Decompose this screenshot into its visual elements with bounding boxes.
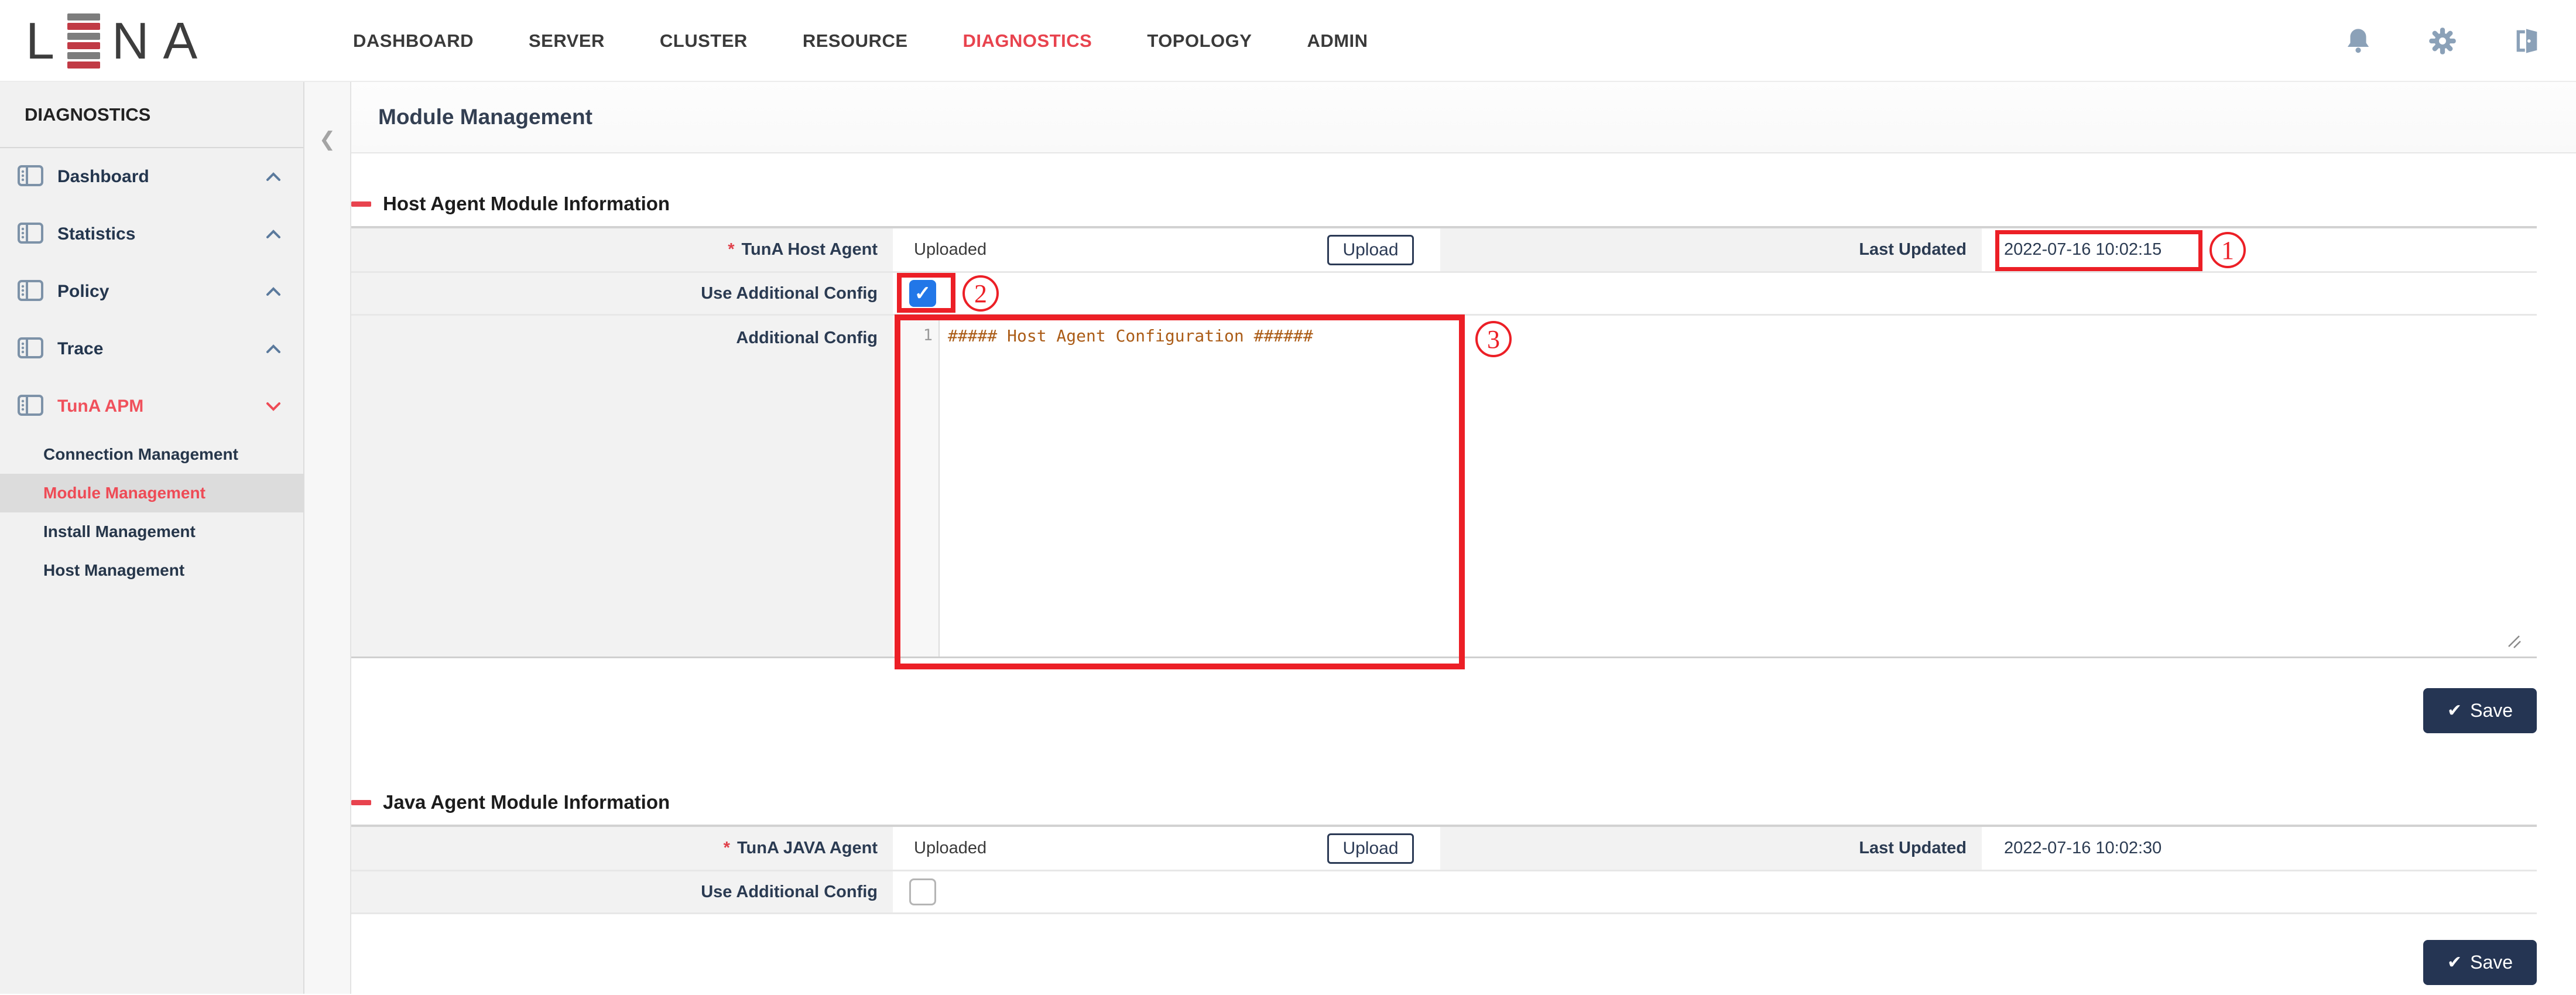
java-upload-button[interactable]: Upload [1327,833,1414,864]
panel-icon [18,337,43,362]
editor-code-line[interactable]: ##### Host Agent Configuration ###### [940,316,2537,657]
bell-icon[interactable] [2343,26,2373,56]
table-row: * TunA JAVA Agent Uploaded Upload Last U… [351,827,2537,871]
page-title: Module Management [378,105,592,129]
logo-stripes-icon [67,13,100,69]
nav-diagnostics[interactable]: DIAGNOSTICS [963,30,1092,52]
sidebar-item-statistics[interactable]: Statistics [0,206,303,263]
nav-cluster[interactable]: CLUSTER [660,30,748,52]
logout-door-icon[interactable] [2512,26,2542,56]
logo-letter-n: N [112,11,150,71]
nav-resource[interactable]: RESOURCE [803,30,908,52]
logo-letter-a: A [163,11,199,71]
chevron-up-icon [266,344,281,354]
java-last-updated-label: Last Updated [1440,827,1982,870]
table-row: * TunA Host Agent Uploaded Upload Last U… [351,228,2537,273]
host-use-additional-config-cell [893,273,2537,314]
required-marker: * [728,240,734,259]
host-use-additional-config-checkbox[interactable] [909,280,936,307]
sidebar-item-install-management[interactable]: Install Management [0,512,303,551]
logo-letter-l: L [26,11,56,71]
main-area: Module Management Host Agent Module Info… [351,82,2576,994]
required-marker: * [724,839,730,858]
gear-icon[interactable] [2427,26,2458,56]
section-dash-icon [351,800,371,805]
host-additional-config-label: Additional Config [351,316,893,657]
resize-handle-icon[interactable] [2505,632,2522,652]
check-icon: ✔ [2447,700,2462,721]
host-upload-button[interactable]: Upload [1327,235,1414,265]
java-use-additional-config-label: Use Additional Config [351,871,893,912]
lena-logo[interactable]: L N A [26,13,198,69]
host-additional-config-editor[interactable]: 1 ##### Host Agent Configuration ###### [893,316,2537,657]
chevron-down-icon [266,402,281,411]
host-save-row: ✔ Save [351,688,2537,733]
sidebar-item-module-management[interactable]: Module Management [0,474,303,512]
host-last-updated-label: Last Updated [1440,228,1982,271]
host-module-table: * TunA Host Agent Uploaded Upload Last U… [351,226,2537,658]
panel-icon [18,222,43,247]
panel-icon [18,279,43,305]
sidebar-collapse-strip: ❮ [304,82,351,994]
host-agent-label: * TunA Host Agent [351,228,893,271]
sidebar-item-connection-management[interactable]: Connection Management [0,435,303,474]
java-use-additional-config-checkbox[interactable] [909,878,936,905]
main-nav: DASHBOARD SERVER CLUSTER RESOURCE DIAGNO… [353,0,1368,82]
chevron-up-icon [266,230,281,239]
top-bar: L N A DASHBOARD SERVER CLUSTER RESOURCE … [0,0,2576,82]
chevron-up-icon [266,287,281,296]
java-agent-label: * TunA JAVA Agent [351,827,893,870]
check-icon: ✔ [2447,952,2462,973]
page-header: Module Management [351,82,2576,153]
sidebar: DIAGNOSTICS Dashboard [0,82,304,994]
panel-icon [18,394,43,419]
host-save-button[interactable]: ✔ Save [2423,688,2537,733]
java-agent-status-cell: Uploaded Upload [893,827,1440,870]
java-save-button[interactable]: ✔ Save [2423,940,2537,985]
collapse-sidebar-icon[interactable]: ❮ [319,128,336,994]
java-module-table: * TunA JAVA Agent Uploaded Upload Last U… [351,825,2537,914]
nav-admin[interactable]: ADMIN [1307,30,1368,52]
sidebar-item-trace[interactable]: Trace [0,320,303,378]
host-last-updated-value: 2022-07-16 10:02:15 [1982,228,2537,271]
sidebar-item-tuna-apm[interactable]: TunA APM [0,378,303,435]
nav-topology[interactable]: TOPOLOGY [1147,30,1252,52]
host-use-additional-config-label: Use Additional Config [351,273,893,314]
host-agent-status-cell: Uploaded Upload [893,228,1440,271]
section-dash-icon [351,201,371,207]
nav-dashboard[interactable]: DASHBOARD [353,30,474,52]
java-use-additional-config-cell [893,871,2537,912]
table-row: Use Additional Config [351,871,2537,914]
sidebar-item-policy[interactable]: Policy [0,263,303,320]
table-row: Additional Config 1 ##### Host Agent Con… [351,316,2537,658]
host-section-title: Host Agent Module Information [351,191,2537,217]
sidebar-item-host-management[interactable]: Host Management [0,551,303,590]
host-agent-status: Uploaded [914,240,986,259]
chevron-up-icon [266,172,281,182]
content: Host Agent Module Information * TunA Hos… [351,153,2576,994]
topbar-icons [2343,0,2542,82]
java-agent-status: Uploaded [914,839,986,858]
java-section-title: Java Agent Module Information [351,789,2537,815]
sidebar-title: DIAGNOSTICS [0,82,303,148]
sidebar-item-dashboard[interactable]: Dashboard [0,148,303,206]
java-save-row: ✔ Save [351,940,2537,985]
java-last-updated-value: 2022-07-16 10:02:30 [1982,827,2537,870]
panel-icon [18,165,43,190]
table-row: Use Additional Config [351,273,2537,316]
nav-server[interactable]: SERVER [529,30,605,52]
editor-line-number: 1 [901,316,940,657]
